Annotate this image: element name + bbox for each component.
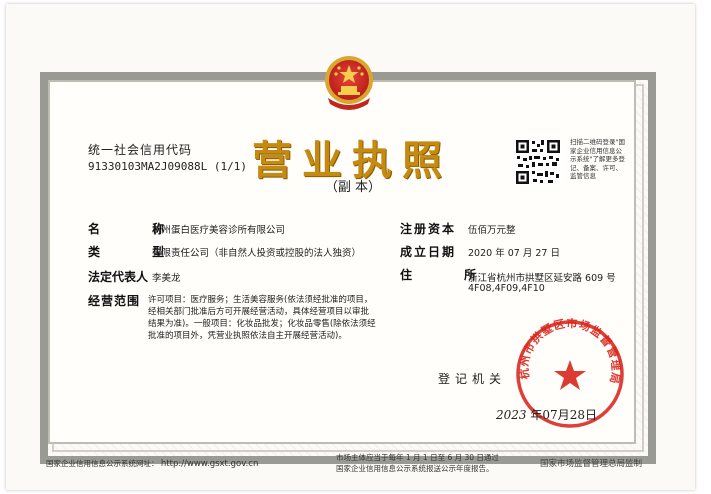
scope-label: 经营范围 [88, 294, 141, 308]
established-label: 成立日期 [400, 245, 457, 259]
qr-code-icon[interactable] [514, 138, 562, 186]
credit-code: 91330103MA2J09088L (1/1) [88, 160, 247, 173]
registration-authority: 登记机关 [438, 372, 507, 386]
footer-website-label: 国家企业信用信息公示系统网址： [46, 459, 159, 468]
footer-url-link[interactable]: http://www.gsxt.gov.cn [161, 459, 258, 469]
company-type: 有限责任公司（非自然人投资或控股的法人独资） [152, 248, 362, 259]
company-name: 杭州蛋白医疗美容诊所有限公司 [152, 225, 286, 236]
footer-notice-line1: 市场主体应当于每年 1 月 1 日至 6 月 30 日通过 [336, 453, 499, 462]
established-date: 2020 年 07 月 27 日 [468, 248, 560, 259]
qr-caption: 扫描二维码登录"国家企业信用信息公示系统"了解更多登记、备案、许可、监管信息 [570, 138, 625, 180]
issue-day-unit: 日 [584, 408, 597, 422]
issue-month: 07 [542, 408, 558, 422]
registered-capital: 伍佰万元整 [468, 225, 516, 236]
address-line2: 4F08,4F09,4F10 [468, 283, 545, 294]
national-emblem-icon [325, 56, 373, 110]
issue-date: 2023 年07月28日 [496, 406, 597, 423]
address-line1: 浙江省杭州市拱墅区延安路 609 号 [468, 273, 616, 284]
capital-label: 注册资本 [400, 222, 457, 236]
footer-website: 国家企业信用信息公示系统网址： http://www.gsxt.gov.cn [46, 458, 258, 469]
issue-day: 28 [569, 408, 585, 422]
legal-rep: 李美龙 [152, 273, 181, 284]
document-subtitle: （副 本） [324, 180, 382, 195]
issue-year-unit: 年 [530, 408, 543, 422]
footer-notice-line2: 国家企业信用信息公示系统报送公示年度报告。 [336, 464, 494, 473]
business-scope: 许可项目：医疗服务；生活美容服务(依法须经批准的项目，经相关部门批准后方可开展经… [148, 295, 376, 341]
issue-month-unit: 月 [557, 408, 570, 422]
legal-rep-label: 法定代表人 [88, 270, 149, 284]
issue-year: 2023 [496, 408, 527, 422]
footer-supervisor: 国家市场监督管理总局监制 [540, 459, 643, 469]
credit-code-label: 统一社会信用代码 [88, 143, 193, 157]
